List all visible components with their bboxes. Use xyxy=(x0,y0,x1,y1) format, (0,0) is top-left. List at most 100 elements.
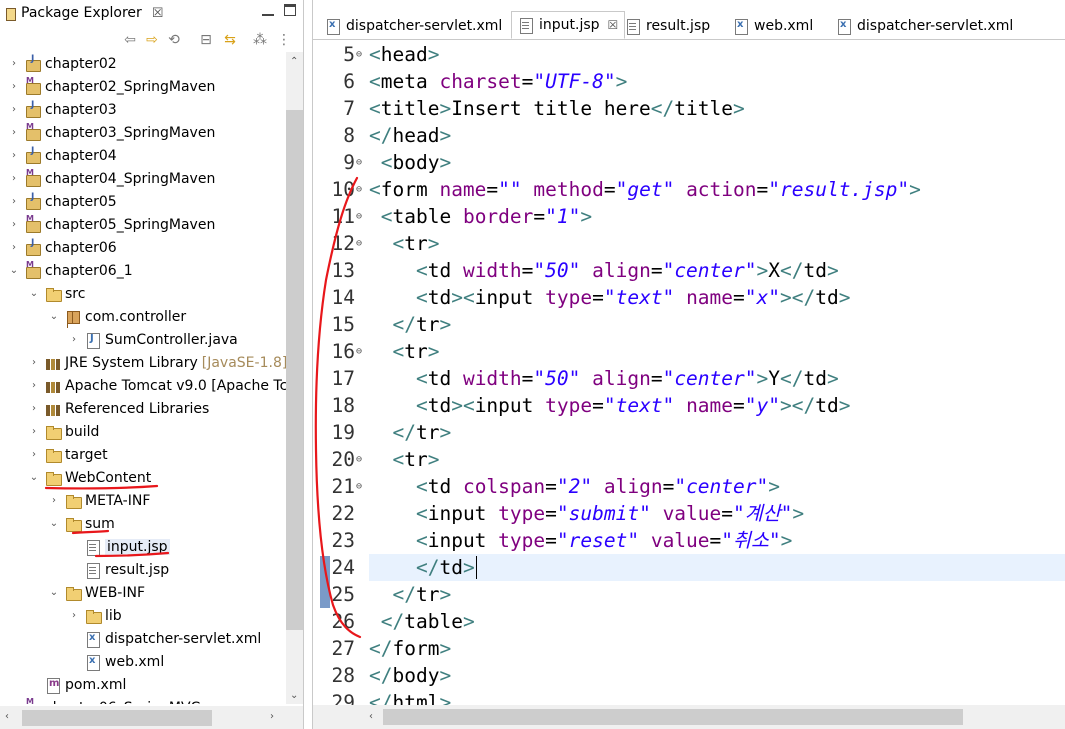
code-line[interactable]: 11 ⊖ <table border="1"> xyxy=(313,203,1065,230)
tree-item[interactable]: › chapter03 xyxy=(0,98,286,121)
view-menu-icon[interactable]: ⋮ xyxy=(276,32,292,48)
fold-toggle-icon[interactable]: ⊖ xyxy=(356,230,362,257)
code-line[interactable]: 27 </form> xyxy=(313,635,1065,662)
chevron-right-icon[interactable]: › xyxy=(28,403,40,414)
code-line[interactable]: 5 ⊖ <head> xyxy=(313,41,1065,68)
chevron-down-icon[interactable]: ⌄ xyxy=(48,518,60,529)
editor-tab[interactable]: dispatcher-servlet.xml xyxy=(830,12,1019,40)
tree-item[interactable]: ⌄ src xyxy=(0,282,286,305)
tree-item[interactable]: ⌄ WebContent xyxy=(0,466,286,489)
fold-toggle-icon[interactable]: ⊖ xyxy=(356,203,362,230)
chevron-right-icon[interactable]: › xyxy=(8,104,20,115)
tree-item[interactable]: › chapter02_SpringMaven xyxy=(0,75,286,98)
code-line[interactable]: 14 <td><input type="text" name="x"></td> xyxy=(313,284,1065,311)
tree-item[interactable]: ⌄ sum xyxy=(0,512,286,535)
code-line[interactable]: 8 </head> xyxy=(313,122,1065,149)
chevron-right-icon[interactable]: › xyxy=(8,127,20,138)
code-line[interactable]: 18 <td><input type="text" name="y"></td> xyxy=(313,392,1065,419)
tree-item[interactable]: ⌄ chapter06_1 xyxy=(0,259,286,282)
code-line[interactable]: 17 <td width="50" align="center">Y</td> xyxy=(313,365,1065,392)
chevron-down-icon[interactable]: ⌄ xyxy=(48,311,60,322)
chevron-right-icon[interactable]: › xyxy=(8,702,20,704)
tree-item[interactable]: ⌄ WEB-INF xyxy=(0,581,286,604)
tree-item[interactable]: › Apache Tomcat v9.0 [Apache Tc xyxy=(0,374,286,397)
tree-item[interactable]: › target xyxy=(0,443,286,466)
fold-toggle-icon[interactable]: ⊖ xyxy=(356,338,362,365)
fold-toggle-icon[interactable]: ⊖ xyxy=(356,473,362,500)
code-line[interactable]: 10 ⊖ <form name="" method="get" action="re… xyxy=(313,176,1065,203)
editor-tab[interactable]: input.jsp ☒ xyxy=(511,11,626,39)
code-line[interactable]: 7 <title>Insert title here</title> xyxy=(313,95,1065,122)
forward-arrow-icon[interactable]: ⇨ xyxy=(144,32,160,48)
chevron-down-icon[interactable]: ⌄ xyxy=(28,472,40,483)
code-line[interactable]: 15 </tr> xyxy=(313,311,1065,338)
code-line[interactable]: 12 ⊖ <tr> xyxy=(313,230,1065,257)
scroll-down-icon[interactable]: ⌄ xyxy=(290,690,298,701)
chevron-right-icon[interactable]: › xyxy=(8,219,20,230)
tree-item[interactable]: › build xyxy=(0,420,286,443)
tree-item[interactable]: › chapter05_SpringMaven xyxy=(0,213,286,236)
tree-item[interactable]: › chapter03_SpringMaven xyxy=(0,121,286,144)
fold-toggle-icon[interactable]: ⊖ xyxy=(356,446,362,473)
editor-tab[interactable]: web.xml xyxy=(727,12,819,40)
tree-item[interactable]: › SumController.java xyxy=(0,328,286,351)
code-line[interactable]: 16 ⊖ <tr> xyxy=(313,338,1065,365)
code-line[interactable]: 29 </html> xyxy=(313,689,1065,705)
tree-item[interactable]: › JRE System Library [JavaSE-1.8] xyxy=(0,351,286,374)
chevron-right-icon[interactable]: › xyxy=(28,357,40,368)
chevron-right-icon[interactable]: › xyxy=(68,610,80,621)
chevron-down-icon[interactable]: ⌄ xyxy=(48,587,60,598)
minimize-icon[interactable] xyxy=(262,4,274,16)
explorer-horizontal-scroll-thumb[interactable] xyxy=(22,710,212,726)
scroll-left-icon[interactable]: ‹ xyxy=(5,711,9,722)
code-line[interactable]: 22 <input type="submit" value="계산"> xyxy=(313,500,1065,527)
code-line[interactable]: 26 </table> xyxy=(313,608,1065,635)
tree-item[interactable]: pom.xml xyxy=(0,673,286,696)
code-line[interactable]: 19 </tr> xyxy=(313,419,1065,446)
fold-toggle-icon[interactable]: ⊖ xyxy=(356,176,362,203)
tree-item[interactable]: › Referenced Libraries xyxy=(0,397,286,420)
chevron-down-icon[interactable]: ⌄ xyxy=(28,288,40,299)
tree-item[interactable]: › chapter04 xyxy=(0,144,286,167)
tree-item[interactable]: result.jsp xyxy=(0,558,286,581)
close-icon[interactable]: ☒ xyxy=(152,6,164,21)
code-line[interactable]: 24 </td> xyxy=(332,554,1065,581)
scroll-right-icon[interactable]: › xyxy=(270,711,274,722)
chevron-right-icon[interactable]: › xyxy=(8,81,20,92)
link-with-editor-icon[interactable]: ⇆ xyxy=(222,32,238,48)
back-arrow-icon[interactable]: ⇦ xyxy=(122,32,138,48)
code-editor[interactable]: 5 ⊖ <head> 6 <meta charset="UTF-8"> 7 <title>I… xyxy=(313,41,1065,705)
chevron-right-icon[interactable]: › xyxy=(8,196,20,207)
tree-item[interactable]: web.xml xyxy=(0,650,286,673)
tree-item[interactable]: ⌄ com.controller xyxy=(0,305,286,328)
editor-tab[interactable]: dispatcher-servlet.xml xyxy=(319,12,508,40)
close-icon[interactable]: ☒ xyxy=(608,18,619,32)
editor-tab[interactable]: result.jsp xyxy=(619,12,716,40)
maximize-icon[interactable] xyxy=(284,4,296,16)
tree-item[interactable]: › META-INF xyxy=(0,489,286,512)
code-line[interactable]: 13 <td width="50" align="center">X</td> xyxy=(313,257,1065,284)
chevron-right-icon[interactable]: › xyxy=(28,426,40,437)
package-explorer-tab[interactable]: Package Explorer ☒ xyxy=(0,0,171,26)
chevron-right-icon[interactable]: › xyxy=(68,334,80,345)
fold-toggle-icon[interactable]: ⊖ xyxy=(356,41,362,68)
tree-item[interactable]: › chapter04_SpringMaven xyxy=(0,167,286,190)
scroll-left-icon[interactable]: ‹ xyxy=(369,711,373,722)
chevron-right-icon[interactable]: › xyxy=(48,495,60,506)
editor-horizontal-scroll-thumb[interactable] xyxy=(383,709,963,725)
up-icon[interactable]: ⟲ xyxy=(166,32,182,48)
chevron-right-icon[interactable]: › xyxy=(8,58,20,69)
code-line[interactable]: 23 <input type="reset" value="취소"> xyxy=(313,527,1065,554)
code-line[interactable]: 9 ⊖ <body> xyxy=(313,149,1065,176)
code-line[interactable]: 28 </body> xyxy=(313,662,1065,689)
tree-item[interactable]: dispatcher-servlet.xml xyxy=(0,627,286,650)
filter-icon[interactable]: ⁂ xyxy=(252,32,268,48)
chevron-right-icon[interactable]: › xyxy=(8,242,20,253)
chevron-right-icon[interactable]: › xyxy=(28,380,40,391)
tree-item[interactable]: › chapter02 xyxy=(0,52,286,75)
code-line[interactable]: 20 ⊖ <tr> xyxy=(313,446,1065,473)
tree-item[interactable]: › lib xyxy=(0,604,286,627)
scroll-up-icon[interactable]: ⌃ xyxy=(290,56,298,67)
tree-item[interactable]: › chapter06 xyxy=(0,236,286,259)
collapse-all-icon[interactable]: ⊟ xyxy=(198,32,214,48)
